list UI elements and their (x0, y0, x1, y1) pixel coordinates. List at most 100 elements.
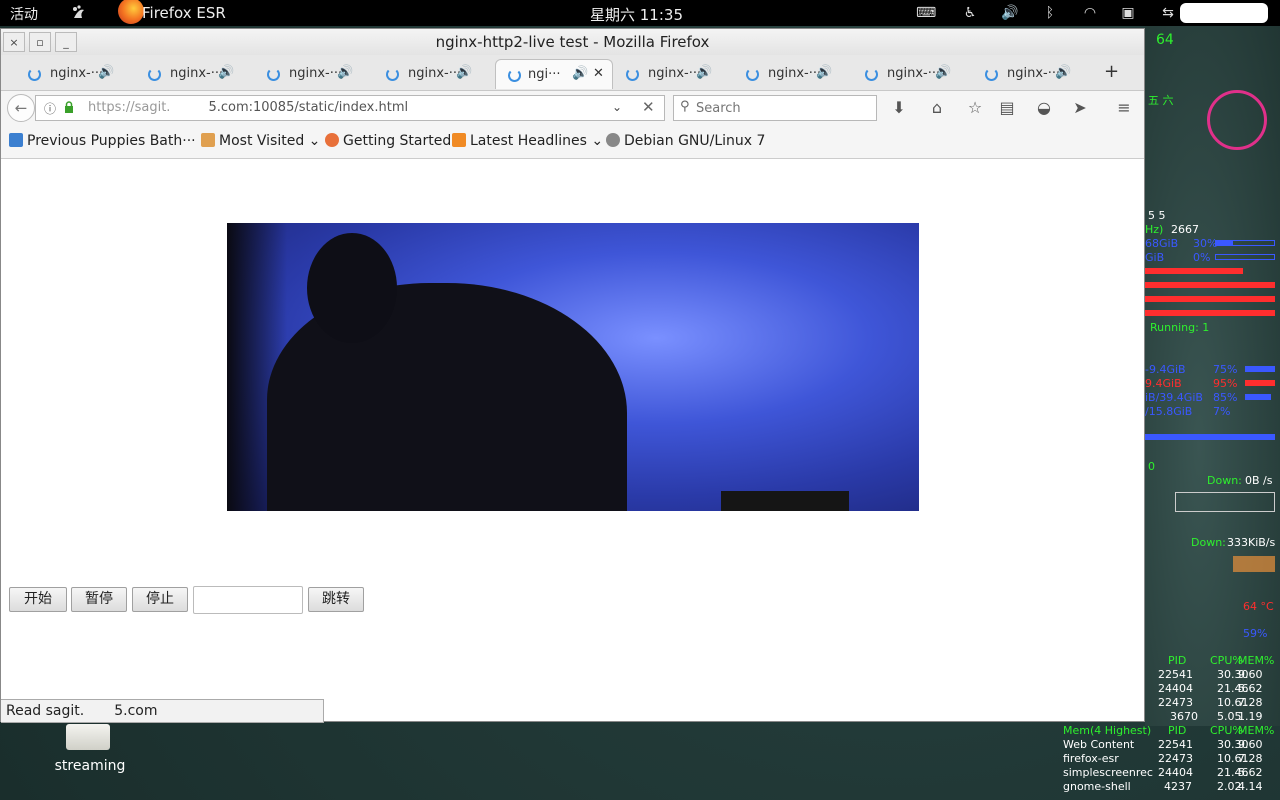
folder-icon[interactable] (66, 724, 110, 750)
tab-active[interactable]: ngi··· 🔊 ✕ (495, 59, 613, 89)
chevron-down-icon: ⌄ (304, 133, 321, 149)
table-row: Mem(4 Highest) PID CPU% MEM% (1063, 724, 1275, 737)
speaker-icon[interactable]: 🔊 (98, 65, 114, 80)
menu-hamburger-icon[interactable]: ≡ (1113, 97, 1135, 119)
jump-button[interactable]: 跳转 (308, 587, 364, 612)
bookmark-star-icon[interactable]: ☆ (964, 97, 986, 119)
app-menu[interactable]: Firefox ESR (142, 4, 226, 22)
speaker-icon[interactable]: 🔊 (1055, 65, 1071, 80)
stop-button[interactable]: 停止 (132, 587, 188, 612)
new-tab-button[interactable]: + (1104, 61, 1119, 82)
gnome-foot-icon[interactable] (70, 4, 88, 22)
tab-label: nginx-··· (408, 66, 462, 81)
volume-icon[interactable]: 🔊 (1000, 4, 1020, 22)
table-row: Web Content 22541 30.30 9.60 (1063, 738, 1263, 751)
close-tab-icon[interactable]: ✕ (593, 66, 604, 81)
info-icon[interactable]: ⓘ (44, 100, 56, 117)
chevron-down-icon[interactable]: ⌄ (612, 100, 622, 114)
activities-button[interactable]: 活动 (10, 4, 38, 24)
status-bar: Read sagit. 5.com (1, 699, 324, 723)
tab-label: nginx-··· (170, 66, 224, 81)
table-row: 24404 21.46 5.62 (1158, 682, 1263, 695)
gnome-top-bar: 活动 Firefox ESR 星期六 11:35 ⌨ ♿ 🔊 ᛒ ◠ ▣ ⇆ (0, 0, 1280, 26)
home-icon[interactable]: ⌂ (926, 97, 948, 119)
bookmark-most-visited[interactable]: Most Visited ⌄ (201, 133, 320, 149)
bookmark-previous-puppies[interactable]: Previous Puppies Bath··· (9, 133, 196, 149)
speaker-icon[interactable]: 🔊 (816, 65, 832, 80)
pocket-icon[interactable]: ◒ (1033, 97, 1055, 119)
table-row: firefox-esr 22473 10.61 7.28 (1063, 752, 1263, 765)
url-text[interactable]: https://sagit. 5.com:10085/static/index.h… (88, 100, 408, 115)
accessibility-icon[interactable]: ♿ (960, 4, 980, 22)
tab[interactable]: nginx-··· 🔊 (843, 59, 961, 89)
bluetooth-icon[interactable]: ᛒ (1040, 4, 1060, 22)
tab-bar: nginx-··· 🔊 nginx-··· 🔊 nginx-··· 🔊 nginx-·… (1, 55, 1144, 91)
bookmarks-toolbar: Previous Puppies Bath··· Most Visited ⌄ … (1, 125, 1144, 159)
tab-label: nginx-··· (289, 66, 343, 81)
wifi-icon[interactable]: ◠ (1080, 4, 1100, 22)
minimize-window-button[interactable]: _ (55, 32, 77, 52)
speaker-icon[interactable]: 🔊 (218, 65, 234, 80)
tab-label: nginx-··· (50, 66, 104, 81)
seek-time-input[interactable] (193, 586, 303, 614)
rss-icon (452, 133, 466, 147)
close-window-button[interactable]: × (3, 32, 25, 52)
loading-spinner-icon (267, 68, 280, 81)
navigation-bar: ← ⓘ https://sagit. 5.com:10085/static/ind… (1, 91, 1144, 125)
tab-label: nginx-··· (887, 66, 941, 81)
back-button[interactable]: ← (7, 94, 35, 122)
tab-label: ngi··· (528, 67, 561, 82)
speaker-icon[interactable]: 🔊 (572, 66, 588, 81)
tab[interactable]: nginx-··· 🔊 (364, 59, 482, 89)
firefox-logo-icon (118, 0, 144, 24)
tab[interactable]: nginx-··· 🔊 (245, 59, 363, 89)
loading-spinner-icon (746, 68, 759, 81)
bookmark-debian[interactable]: Debian GNU/Linux 7 (606, 133, 765, 149)
pause-button[interactable]: 暂停 (71, 587, 127, 612)
loading-spinner-icon (148, 68, 161, 81)
speaker-icon[interactable]: 🔊 (337, 65, 353, 80)
reader-list-icon[interactable]: ▤ (996, 97, 1018, 119)
keyboard-icon[interactable]: ⌨ (916, 4, 936, 22)
tab[interactable]: nginx-··· 🔊 (724, 59, 842, 89)
speaker-icon[interactable]: 🔊 (935, 65, 951, 80)
firefox-window: nginx-http2-live test - Mozilla Firefox … (0, 28, 1145, 723)
tab[interactable]: nginx-··· 🔊 (604, 59, 722, 89)
user-menu[interactable] (1180, 3, 1268, 23)
lock-icon[interactable] (64, 101, 74, 113)
desktop-icon-label[interactable]: streaming (46, 758, 134, 774)
loading-spinner-icon (865, 68, 878, 81)
table-row: PID CPU% MEM% (1168, 654, 1275, 667)
tab[interactable]: nginx-··· 🔊 (6, 59, 124, 89)
table-row: simplescreenrec 24404 21.46 5.62 (1063, 766, 1263, 779)
search-bar[interactable]: ⚲ (673, 95, 877, 121)
table-row: 3670 5.05 1.19 (1170, 710, 1263, 723)
bookmark-getting-started[interactable]: Getting Started (325, 133, 451, 149)
start-button[interactable]: 开始 (9, 587, 67, 612)
title-bar: nginx-http2-live test - Mozilla Firefox … (1, 29, 1144, 55)
loading-spinner-icon (626, 68, 639, 81)
url-bar[interactable]: ⓘ https://sagit. 5.com:10085/static/index… (35, 95, 665, 121)
tab-label: nginx-··· (1007, 66, 1061, 81)
tab[interactable]: nginx-··· 🔊 (126, 59, 244, 89)
clipboard-icon[interactable]: ▣ (1118, 4, 1138, 22)
tab[interactable]: nginx-··· 🔊 (963, 59, 1081, 89)
loading-spinner-icon (985, 68, 998, 81)
clock[interactable]: 星期六 11:35 (590, 4, 683, 25)
network-icon[interactable]: ⇆ (1158, 4, 1178, 22)
bookmark-latest-headlines[interactable]: Latest Headlines ⌄ (452, 133, 603, 149)
search-input[interactable] (696, 99, 866, 117)
download-icon[interactable]: ⬇ (888, 97, 910, 119)
speaker-icon[interactable]: 🔊 (456, 65, 472, 80)
maximize-window-button[interactable]: ▫ (29, 32, 51, 52)
tab-label: nginx-··· (648, 66, 702, 81)
firefox-icon (325, 133, 339, 147)
conky-system-monitor: 64 五 六 5 5 Hz) 2667 68GiB 30% GiB 0% Run… (1145, 26, 1280, 726)
folder-icon (201, 133, 215, 147)
table-row: 22473 10.61 7.28 (1158, 696, 1263, 709)
tab-label: nginx-··· (768, 66, 822, 81)
stop-loading-icon[interactable]: ✕ (642, 98, 655, 116)
send-tab-icon[interactable]: ➤ (1069, 97, 1091, 119)
speaker-icon[interactable]: 🔊 (696, 65, 712, 80)
video-player[interactable] (227, 223, 919, 511)
